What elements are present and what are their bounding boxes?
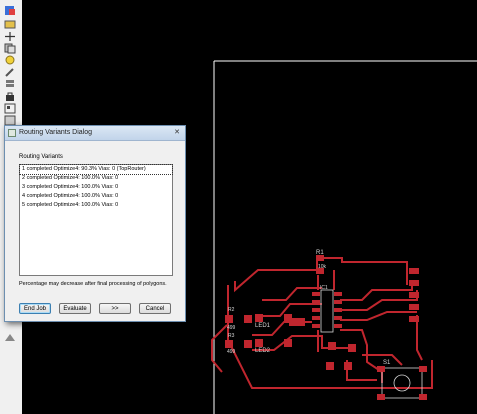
list-item[interactable]: 4 completed Optimize4: 100.0% Vias: 0	[20, 192, 172, 201]
variants-list[interactable]: 1 completed Optimize4: 90.3% Vias: 0 (To…	[19, 164, 173, 276]
r2-value: 499	[227, 325, 236, 331]
evaluate-button[interactable]: Evaluate	[59, 303, 91, 314]
header-pads	[409, 268, 419, 322]
end-job-button[interactable]: End Job	[19, 303, 51, 314]
led2-pad-a	[255, 339, 263, 347]
close-button[interactable]: ✕	[171, 127, 183, 138]
move-icon[interactable]	[3, 29, 18, 41]
stack-icon[interactable]	[3, 77, 18, 88]
r2-pad-b	[244, 315, 252, 323]
delete-icon[interactable]	[3, 330, 18, 341]
mirror-icon[interactable]	[3, 113, 18, 126]
wrench-icon[interactable]	[3, 65, 18, 77]
ic1-pads	[312, 292, 342, 328]
routing-variants-dialog: Routing Variants Dialog ✕ Routing Varian…	[4, 125, 186, 322]
list-item[interactable]: 1 completed Optimize4: 90.3% Vias: 0 (To…	[19, 164, 173, 175]
lock-icon[interactable]	[3, 89, 18, 101]
led2-label: LED2	[255, 348, 271, 354]
board-outline	[213, 60, 477, 414]
r3-pad-b	[244, 340, 252, 348]
r1-label: R1	[316, 250, 324, 256]
polygon-note: Percentage may decrease after final proc…	[19, 281, 167, 287]
copy-icon[interactable]	[3, 41, 18, 54]
ic1-label: IC1	[320, 285, 328, 291]
routing-variants-label: Routing Variants	[19, 154, 63, 160]
led1-pad-a	[255, 314, 263, 322]
s1-outline	[381, 367, 423, 399]
layer-icon[interactable]	[3, 17, 18, 29]
next-button[interactable]: >>	[99, 303, 131, 314]
r1-value: 10k	[318, 264, 327, 270]
r3-value: 499	[227, 349, 236, 355]
led2-pad-b	[284, 339, 292, 347]
lightbulb-icon[interactable]	[3, 53, 18, 65]
r2-label: R2	[228, 307, 235, 313]
list-item[interactable]: 2 completed Optimize4: 100.0% Vias: 0	[20, 174, 172, 183]
dialog-title: Routing Variants Dialog	[19, 129, 93, 136]
r3-pad-a	[225, 340, 233, 348]
s1-label: S1	[383, 360, 391, 366]
s1-pads	[377, 366, 427, 400]
list-item[interactable]: 3 completed Optimize4: 100.0% Vias: 0	[20, 183, 172, 192]
cancel-button[interactable]: Cancel	[139, 303, 171, 314]
led1-label: LED1	[255, 323, 271, 329]
ic1-outline	[320, 289, 334, 333]
list-item[interactable]: 5 completed Optimize4: 100.0% Vias: 0	[20, 201, 172, 210]
info-icon[interactable]	[3, 3, 18, 15]
dialog-titlebar[interactable]: Routing Variants Dialog ✕	[5, 126, 185, 141]
cap-pad-b	[297, 318, 305, 326]
group-icon[interactable]	[3, 101, 18, 114]
r3-label: R3	[228, 333, 235, 339]
app-icon	[8, 129, 16, 137]
r2-pad-a	[225, 315, 233, 323]
cap-pad-a	[289, 318, 297, 326]
